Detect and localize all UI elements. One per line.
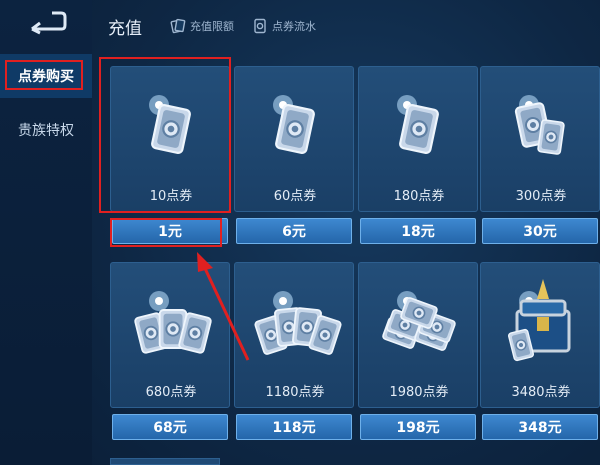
price-button[interactable]: 18元 (360, 218, 476, 244)
coupon-amount-label: 300点券 (515, 189, 567, 204)
price-label: 198元 (396, 420, 440, 436)
coupon-amount-label: 60点券 (273, 189, 317, 204)
product-card-300[interactable]: 300点券 30元 (480, 66, 600, 244)
product-card-1180[interactable]: 1180点券 118元 (234, 262, 354, 440)
price-button[interactable]: 198元 (360, 414, 476, 440)
back-button[interactable] (28, 10, 68, 36)
price-label: 18元 (401, 224, 435, 240)
price-label: 30元 (523, 224, 557, 240)
price-label: 118元 (272, 420, 316, 436)
price-button[interactable]: 68元 (112, 414, 228, 440)
product-card-10[interactable]: 10点券 1元 (110, 66, 230, 244)
coupon-amount-label: 680点券 (145, 385, 197, 400)
recharge-limit-link[interactable]: 充值限额 (170, 16, 234, 36)
product-card-1980[interactable]: 1980点券 198元 (358, 262, 478, 440)
coupon-amount-label: 180点券 (393, 189, 445, 204)
coupon-amount-label: 3480点券 (511, 385, 571, 400)
price-button[interactable]: 348元 (482, 414, 598, 440)
price-button[interactable]: 6元 (236, 218, 352, 244)
card-panel: 680点券 (110, 262, 230, 408)
coupon-amount-label: 10点券 (149, 189, 193, 204)
coupon-cards-icon (121, 77, 221, 177)
header: 充值 充值限额 点券流水 (92, 0, 600, 52)
recharge-limit-label: 充值限额 (190, 20, 234, 33)
price-label: 6元 (282, 224, 306, 240)
sidebar-item-noble-privileges[interactable]: 贵族特权 (0, 108, 92, 152)
coupon-history-link[interactable]: 点券流水 (252, 16, 316, 36)
coupon-history-label: 点券流水 (272, 20, 316, 33)
coupon-cards-icon (121, 273, 221, 373)
price-label: 348元 (518, 420, 562, 436)
price-label: 1元 (158, 224, 182, 240)
coupon-cards-icon (245, 273, 345, 373)
sidebar-item-buy-coupons[interactable]: 点券购买 (0, 54, 92, 98)
coin-icon (252, 18, 268, 34)
sidebar-item-label: 点券购买 (18, 69, 74, 85)
card-panel: 10点券 (110, 66, 230, 212)
page-title: 充值 (108, 19, 142, 39)
product-card-180[interactable]: 180点券 18元 (358, 66, 478, 244)
card-panel: 1180点券 (234, 262, 354, 408)
coupon-cards-icon (369, 273, 469, 373)
price-button[interactable]: 118元 (236, 414, 352, 440)
card-panel: 300点券 (480, 66, 600, 212)
coupon-amount-label: 1980点券 (389, 385, 449, 400)
treasure-chest-icon (491, 273, 591, 373)
coupon-amount-label: 1180点券 (265, 385, 325, 400)
product-card-680[interactable]: 680点券 68元 (110, 262, 230, 440)
product-card-60[interactable]: 60点券 6元 (234, 66, 354, 244)
coupon-cards-icon (369, 77, 469, 177)
cards-icon (170, 18, 186, 34)
price-button[interactable]: 1元 (112, 218, 228, 244)
sidebar-item-label: 贵族特权 (18, 123, 74, 139)
card-panel: 3480点券 (480, 262, 600, 408)
next-row-card-edge (110, 458, 220, 465)
coupon-cards-icon (491, 77, 591, 177)
back-arrow-icon (31, 11, 67, 35)
sidebar: 点券购买 贵族特权 (0, 0, 92, 465)
coupon-cards-icon (245, 77, 345, 177)
product-card-3480[interactable]: 3480点券 348元 (480, 262, 600, 440)
price-label: 68元 (153, 420, 187, 436)
price-button[interactable]: 30元 (482, 218, 598, 244)
card-panel: 1980点券 (358, 262, 478, 408)
card-panel: 180点券 (358, 66, 478, 212)
card-panel: 60点券 (234, 66, 354, 212)
